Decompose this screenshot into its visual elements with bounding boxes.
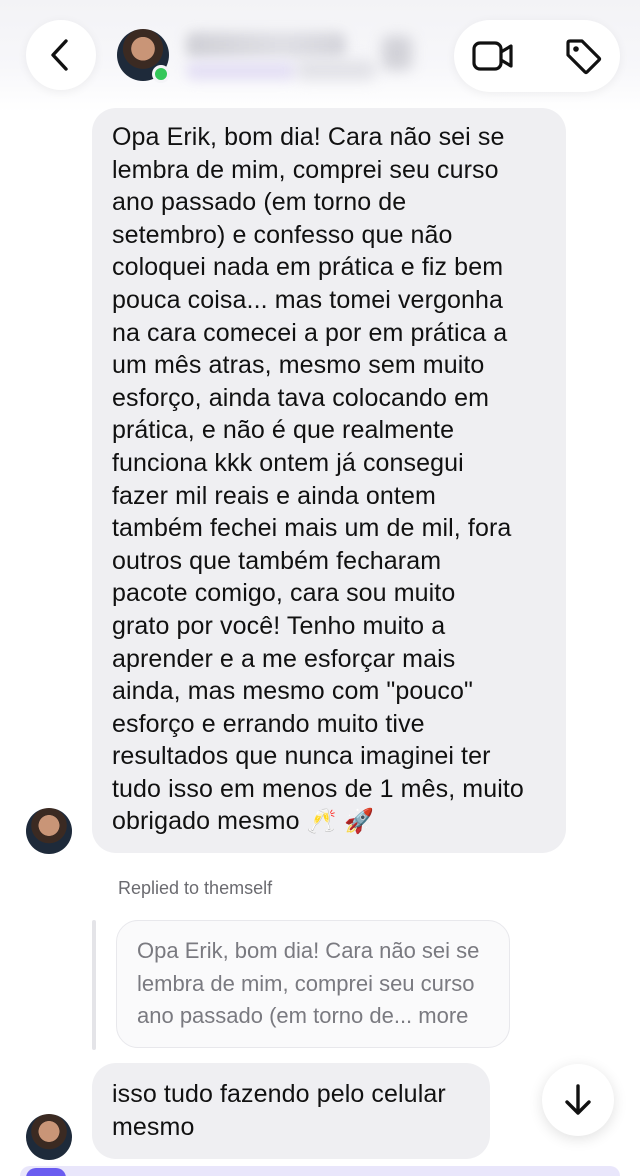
label-button[interactable]: [556, 23, 610, 89]
chat-header: [0, 0, 640, 112]
back-arrow-icon: [51, 39, 68, 71]
message-line: setembro) e confesso que não: [112, 220, 453, 249]
tag-icon: [566, 39, 602, 75]
message-composer[interactable]: [20, 1166, 620, 1176]
reply-indicator-bar: [92, 920, 96, 1050]
video-call-icon: [472, 41, 513, 71]
message-line: esforço, ainda tava colocando em: [112, 383, 490, 412]
message-bubble[interactable]: Opa Erik, bom dia! Cara não sei se lembr…: [92, 108, 566, 853]
message-line: na cara comecei a por em prática a: [112, 318, 508, 347]
message-line: pacote comigo, cara sou muito: [112, 579, 456, 608]
message-line: Opa Erik, bom dia! Cara não sei se: [112, 123, 505, 151]
sender-avatar[interactable]: [26, 808, 72, 854]
contact-name-blurred[interactable]: [186, 32, 346, 58]
message-line: também fechei mais um de mil, fora: [112, 514, 512, 543]
message-bubble-reply[interactable]: isso tudo fazendo pelo celular mesmo: [92, 1063, 490, 1159]
message-line: esforço e errando muito tive: [112, 709, 425, 738]
replied-to-label: Replied to themself: [118, 878, 273, 898]
arrow-down-icon: [565, 1084, 591, 1115]
online-status-indicator: [152, 65, 170, 83]
message-line: isso tudo fazendo pelo celular: [112, 1080, 446, 1108]
quoted-message[interactable]: Opa Erik, bom dia! Cara não sei se lembr…: [116, 920, 510, 1048]
back-button[interactable]: [26, 20, 96, 90]
quote-line: Opa Erik, bom dia! Cara não sei se: [137, 938, 480, 963]
video-call-button[interactable]: [466, 23, 520, 89]
message-line: resultados que nunca imaginei ter: [112, 742, 491, 771]
message-line: prática, e não é que realmente: [112, 416, 455, 445]
message-line: ainda, mas mesmo com "pouco": [112, 677, 473, 706]
message-line: grato por você! Tenho muito a: [112, 611, 446, 640]
message-line: pouca coisa... mas tomei vergonha: [112, 285, 504, 314]
message-line: um mês atras, mesmo sem muito: [112, 351, 485, 380]
message-line: aprender e a me esforçar mais: [112, 644, 456, 673]
message-line: lembra de mim, comprei seu curso: [112, 155, 499, 184]
message-line: mesmo: [112, 1112, 195, 1141]
message-line-last: obrigado mesmo 🥂 🚀: [112, 805, 550, 838]
message-line: funciona kkk ontem já consegui: [112, 448, 464, 477]
message-line: ano passado (em torno de: [112, 188, 407, 217]
chat-screen: Opa Erik, bom dia! Cara não sei se lembr…: [0, 0, 640, 1176]
message-line: outros que também fecharam: [112, 546, 442, 575]
camera-button[interactable]: [26, 1168, 66, 1176]
verified-badge-blurred: [382, 36, 412, 70]
emoji-toast-rocket: 🥂 🚀: [306, 807, 375, 836]
contact-status-blurred: [296, 60, 376, 80]
contact-username-blurred: [186, 62, 296, 80]
quote-line-more: ano passado (em torno de... more: [137, 1003, 469, 1028]
message-line: coloquei nada em prática e fiz bem: [112, 253, 504, 282]
message-text: obrigado mesmo: [112, 807, 300, 836]
sender-avatar[interactable]: [26, 1114, 72, 1160]
message-line: fazer mil reais e ainda ontem: [112, 481, 436, 510]
scroll-to-bottom-button[interactable]: [542, 1064, 614, 1136]
quote-line: lembra de mim, comprei seu curso: [137, 970, 475, 996]
message-line: tudo isso em menos de 1 mês, muito: [112, 774, 524, 803]
